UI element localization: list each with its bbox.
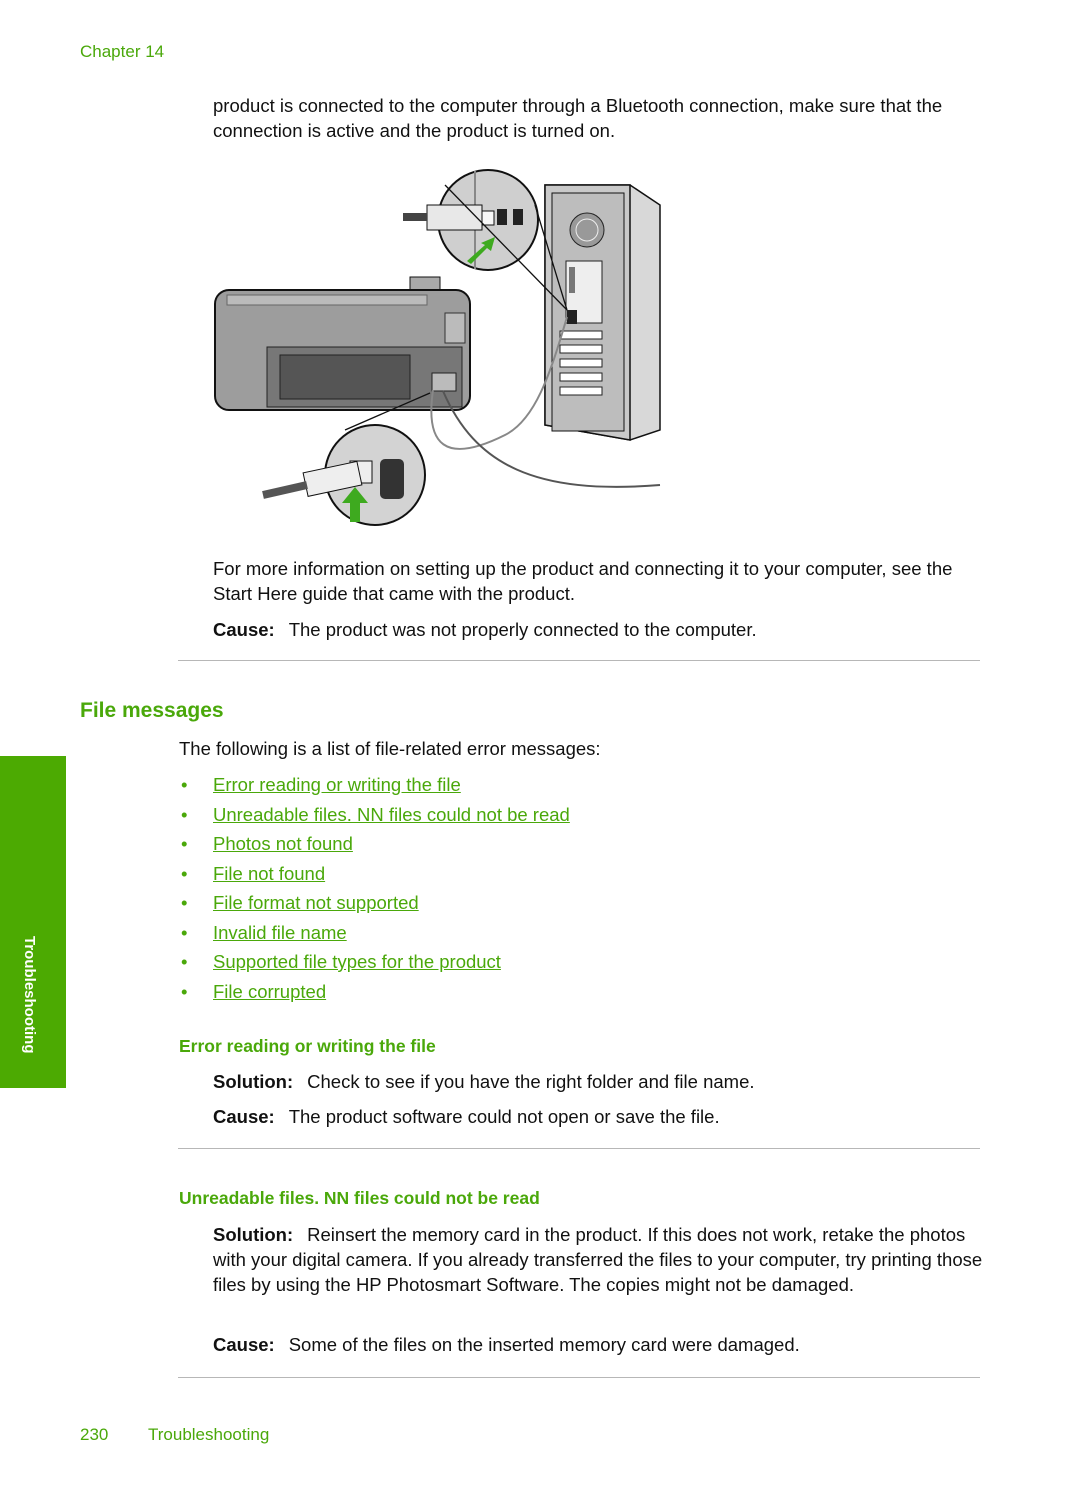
link-file-not-found[interactable]: File not found [213, 863, 325, 884]
more-info-paragraph: For more information on setting up the p… [213, 558, 953, 604]
printer-usb-port-detail [262, 392, 431, 526]
side-tab: Troubleshooting [0, 756, 66, 1088]
list-item: • File format not supported [181, 892, 419, 913]
divider [178, 1148, 980, 1149]
solution-label: Solution: [213, 1224, 294, 1245]
error-message-links: • Error reading or writing the file • Unre… [179, 770, 570, 1006]
printer-computer-illustration [214, 169, 661, 526]
section-title: File messages [80, 699, 224, 722]
solution-label: Solution: [213, 1071, 294, 1092]
subsection-title-error-reading: Error reading or writing the file [179, 1036, 436, 1056]
footer-title: Troubleshooting [148, 1425, 270, 1444]
cause-line: Cause: Some of the files on the inserted … [213, 1332, 800, 1357]
connection-figure [205, 165, 675, 535]
link-file-format-not-supported[interactable]: File format not supported [213, 892, 419, 913]
cause-label: Cause: [213, 1106, 275, 1127]
solution-text: Reinsert the memory card in the product.… [213, 1224, 983, 1295]
solution-text: Check to see if you have the right folde… [307, 1071, 755, 1092]
link-photos-not-found[interactable]: Photos not found [213, 833, 353, 854]
list-item: • Invalid file name [181, 921, 347, 943]
solution-paragraph: Solution: Reinsert the memory card in the… [213, 1222, 988, 1297]
link-supported-file-types[interactable]: Supported file types for the product [213, 951, 501, 972]
list-item: • File corrupted [181, 980, 327, 1002]
page-number: 230 [80, 1425, 109, 1444]
section-intro: The following is a list of file-related … [179, 738, 601, 759]
cause-label: Cause: [213, 619, 275, 640]
link-invalid-file-name[interactable]: Invalid file name [213, 922, 347, 943]
cause-text: Some of the files on the inserted memory… [288, 1334, 800, 1355]
link-file-corrupted[interactable]: File corrupted [213, 981, 326, 1002]
cause-line: Cause: The product software could not ope… [213, 1104, 720, 1129]
chapter-header: Chapter 14 [80, 42, 165, 61]
divider [178, 660, 980, 661]
link-error-reading-writing[interactable]: Error reading or writing the file [213, 774, 461, 795]
printer-illustration [214, 276, 471, 411]
computer-tower-illustration [544, 184, 661, 441]
list-item: • Photos not found [181, 833, 353, 854]
subsection-title-unreadable-files: Unreadable files. NN files could not be … [179, 1188, 540, 1208]
cause-text: The product software could not open or s… [288, 1106, 720, 1127]
list-item: • Supported file types for the product [181, 951, 501, 972]
divider [178, 1377, 980, 1378]
cause-line: Cause: The product was not properly conne… [213, 617, 757, 642]
cause-text: The product was not properly connected t… [288, 619, 757, 640]
cause-label: Cause: [213, 1334, 275, 1355]
side-tab-label: Troubleshooting [21, 936, 38, 1054]
list-item: • File not found [181, 862, 326, 884]
link-unreadable-files[interactable]: Unreadable files. NN files could not be … [213, 804, 570, 825]
list-item: • Error reading or writing the file [181, 774, 461, 795]
solution-line: Solution: Check to see if you have the ri… [213, 1069, 755, 1094]
intro-paragraph: product is connected to the computer thr… [213, 95, 943, 141]
list-item: • Unreadable files. NN files could not be… [181, 803, 570, 825]
